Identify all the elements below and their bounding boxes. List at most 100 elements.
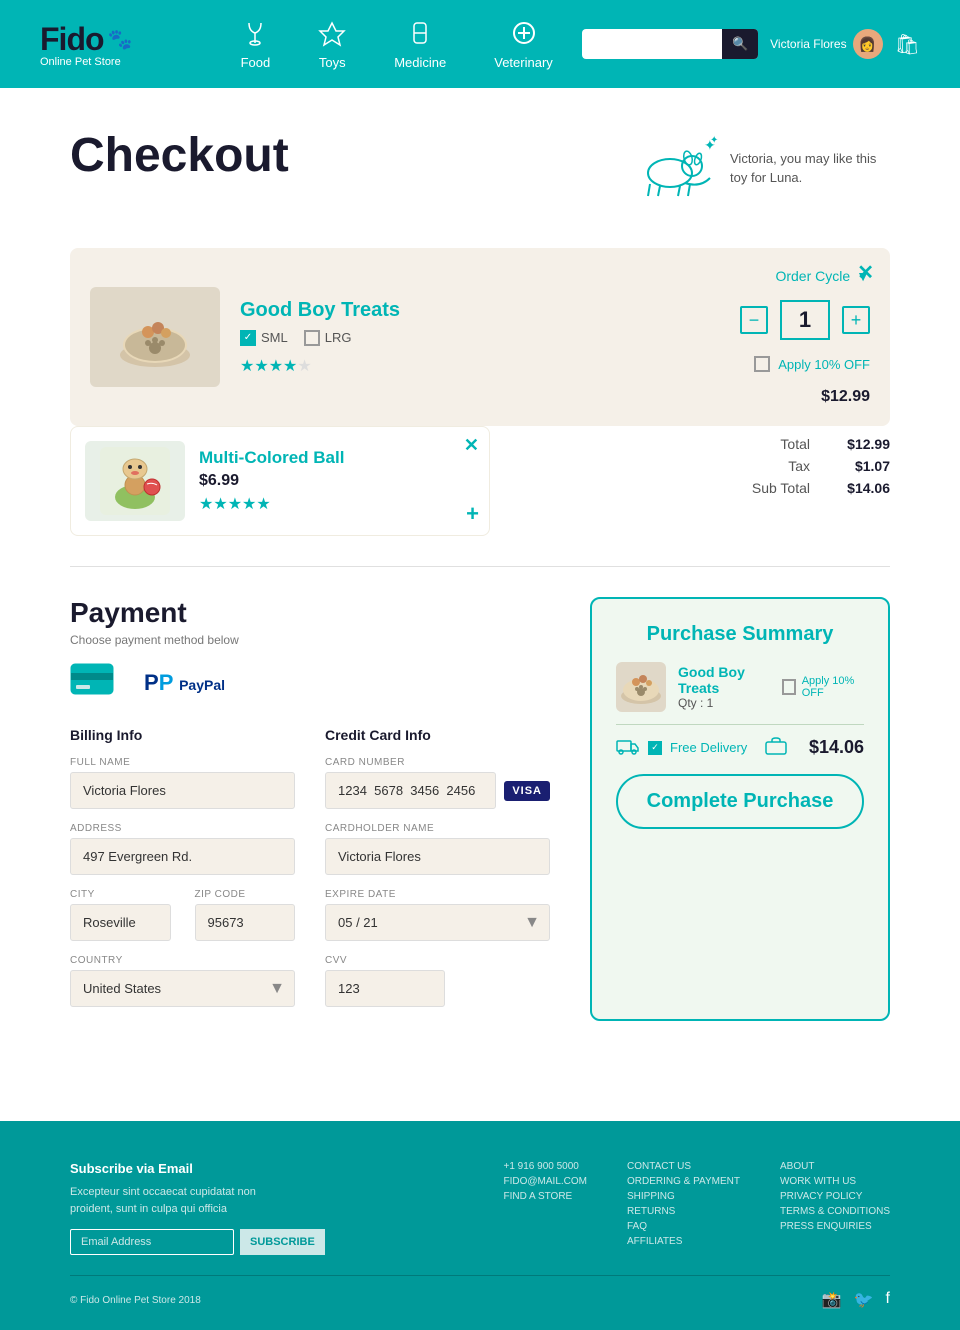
user-area[interactable]: Victoria Flores 👩 <box>770 29 882 59</box>
complete-purchase-label: Complete Purchase <box>647 790 834 812</box>
summary-discount-label: Apply 10% OFF <box>802 675 864 699</box>
complete-purchase-button[interactable]: Complete Purchase <box>616 774 864 829</box>
ball-add-button[interactable]: + <box>466 501 479 527</box>
zip-input[interactable] <box>195 904 296 941</box>
subtotal-value: $14.06 <box>840 480 890 496</box>
truck-icon <box>616 737 640 758</box>
credit-card-icon[interactable] <box>70 663 114 703</box>
option-sml[interactable]: ✓ SML <box>240 330 288 346</box>
footer-link-privacy[interactable]: PRIVACY POLICY <box>780 1191 890 1202</box>
veterinary-nav-icon <box>510 19 538 51</box>
search-button[interactable]: 🔍 <box>722 29 758 59</box>
zip-label: ZIP CODE <box>195 889 296 900</box>
main-content: Checkout ✦ ✦ Vic <box>0 88 960 1061</box>
treats-controls: Order Cycle ▼ − 1 + Apply 10% OFF $12.99 <box>670 268 870 406</box>
summary-discount-checkbox[interactable] <box>782 679 796 695</box>
expire-group: EXPIRE DATE 05 / 21 ▼ <box>325 889 550 941</box>
paypal-logo[interactable]: PP PayPal <box>144 670 225 696</box>
footer-col-about: ABOUT WORK WITH US PRIVACY POLICY TERMS … <box>780 1161 890 1255</box>
footer-bottom: © Fido Online Pet Store 2018 📸 🐦 f <box>70 1275 890 1310</box>
footer-link-ordering[interactable]: ORDERING & PAYMENT <box>627 1176 740 1187</box>
checkout-header: Checkout ✦ ✦ Vic <box>70 128 890 208</box>
ball-rating: ★★★★★ <box>199 494 344 514</box>
nav-medicine[interactable]: Medicine <box>394 19 446 70</box>
treats-rating: ★★★★★ <box>240 356 650 376</box>
summary-item-details: Good Boy Treats Qty : 1 <box>678 664 770 710</box>
briefcase-icon <box>765 737 787 758</box>
order-cycle-dropdown[interactable]: Order Cycle ▼ <box>775 268 870 284</box>
cart-icon[interactable]: 🛍 <box>895 32 920 57</box>
subscribe-button-label: SUBSCRIBE <box>250 1236 315 1248</box>
subscribe-email-input[interactable] <box>70 1229 234 1255</box>
logo-area[interactable]: Fido 🐾 Online Pet Store <box>40 21 131 68</box>
footer-link-work[interactable]: WORK WITH US <box>780 1176 890 1187</box>
footer-link-returns[interactable]: RETURNS <box>627 1206 740 1217</box>
footer-link-shipping[interactable]: SHIPPING <box>627 1191 740 1202</box>
payment-subtitle: Choose payment method below <box>70 633 550 647</box>
suggestion-area: ✦ ✦ Victoria, you may like this toy for … <box>630 128 890 208</box>
medicine-nav-icon <box>406 19 434 51</box>
zip-group: ZIP CODE <box>195 889 296 941</box>
toys-nav-icon <box>318 19 346 51</box>
card-number-label: CARD NUMBER <box>325 757 550 768</box>
summary-discount-area: Apply 10% OFF <box>782 675 864 699</box>
footer-link-press[interactable]: PRESS ENQUIRIES <box>780 1221 890 1232</box>
country-select[interactable]: United States <box>70 970 295 1007</box>
summary-item-name: Good Boy Treats <box>678 664 770 696</box>
card-number-input[interactable] <box>325 772 496 809</box>
total-row: Total $12.99 <box>690 436 890 452</box>
credit-card-section: Credit Card Info CARD NUMBER VISA CARDHO… <box>325 727 550 1021</box>
instagram-icon[interactable]: 📸 <box>822 1290 842 1310</box>
facebook-icon[interactable]: f <box>886 1290 890 1310</box>
qty-increase-button[interactable]: + <box>842 306 870 334</box>
summary-divider <box>616 724 864 725</box>
footer-link-terms[interactable]: TERMS & CONDITIONS <box>780 1206 890 1217</box>
logo-name: Fido <box>40 21 104 58</box>
tax-value: $1.07 <box>840 458 890 474</box>
footer: Subscribe via Email Excepteur sint occae… <box>0 1121 960 1330</box>
lrg-checkbox[interactable] <box>304 330 320 346</box>
ball-remove-button[interactable]: ✕ <box>464 435 479 456</box>
expire-select-wrapper: 05 / 21 ▼ <box>325 904 550 941</box>
treats-remove-button[interactable]: ✕ <box>857 260 874 285</box>
cardholder-input[interactable] <box>325 838 550 875</box>
subscribe-button[interactable]: SUBSCRIBE <box>240 1229 325 1255</box>
payment-forms: Billing Info FULL NAME ADDRESS CITY <box>70 727 550 1021</box>
sml-checkbox[interactable]: ✓ <box>240 330 256 346</box>
discount-checkbox[interactable] <box>754 356 770 372</box>
footer-link-email[interactable]: FIDO@MAIL.COM <box>504 1176 588 1187</box>
city-input[interactable] <box>70 904 171 941</box>
footer-link-affiliates[interactable]: AFFILIATES <box>627 1236 740 1247</box>
expire-select[interactable]: 05 / 21 <box>325 904 550 941</box>
nav-veterinary[interactable]: Veterinary <box>494 19 553 70</box>
medicine-nav-label: Medicine <box>394 55 446 70</box>
option-lrg[interactable]: LRG <box>304 330 352 346</box>
visa-logo: VISA <box>504 781 550 801</box>
food-nav-icon <box>241 19 269 51</box>
address-group: ADDRESS <box>70 823 295 875</box>
address-input[interactable] <box>70 838 295 875</box>
twitter-icon[interactable]: 🐦 <box>854 1290 874 1310</box>
country-select-wrapper: United States ▼ <box>70 970 295 1007</box>
fullname-input[interactable] <box>70 772 295 809</box>
nav-food[interactable]: Food <box>241 19 271 70</box>
subtotal-row: Sub Total $14.06 <box>690 480 890 496</box>
total-value: $12.99 <box>840 436 890 452</box>
apply-discount[interactable]: Apply 10% OFF <box>754 356 870 372</box>
treats-options: ✓ SML LRG <box>240 330 650 346</box>
cardholder-label: CARDHOLDER NAME <box>325 823 550 834</box>
search-input[interactable] <box>582 31 722 58</box>
footer-link-store[interactable]: FIND A STORE <box>504 1191 588 1202</box>
payment-header: Payment Choose payment method below <box>70 597 550 647</box>
country-label: COUNTRY <box>70 955 295 966</box>
nav-toys[interactable]: Toys <box>318 19 346 70</box>
cvv-input[interactable] <box>325 970 445 1007</box>
footer-link-phone[interactable]: +1 916 900 5000 <box>504 1161 588 1172</box>
footer-links: +1 916 900 5000 FIDO@MAIL.COM FIND A STO… <box>504 1161 891 1255</box>
qty-decrease-button[interactable]: − <box>740 306 768 334</box>
summary-qty: Qty : 1 <box>678 696 770 710</box>
footer-link-contact[interactable]: CONTACT US <box>627 1161 740 1172</box>
order-totals: Total $12.99 Tax $1.07 Sub Total $14.06 <box>690 426 890 512</box>
footer-link-faq[interactable]: FAQ <box>627 1221 740 1232</box>
footer-link-about[interactable]: ABOUT <box>780 1161 890 1172</box>
